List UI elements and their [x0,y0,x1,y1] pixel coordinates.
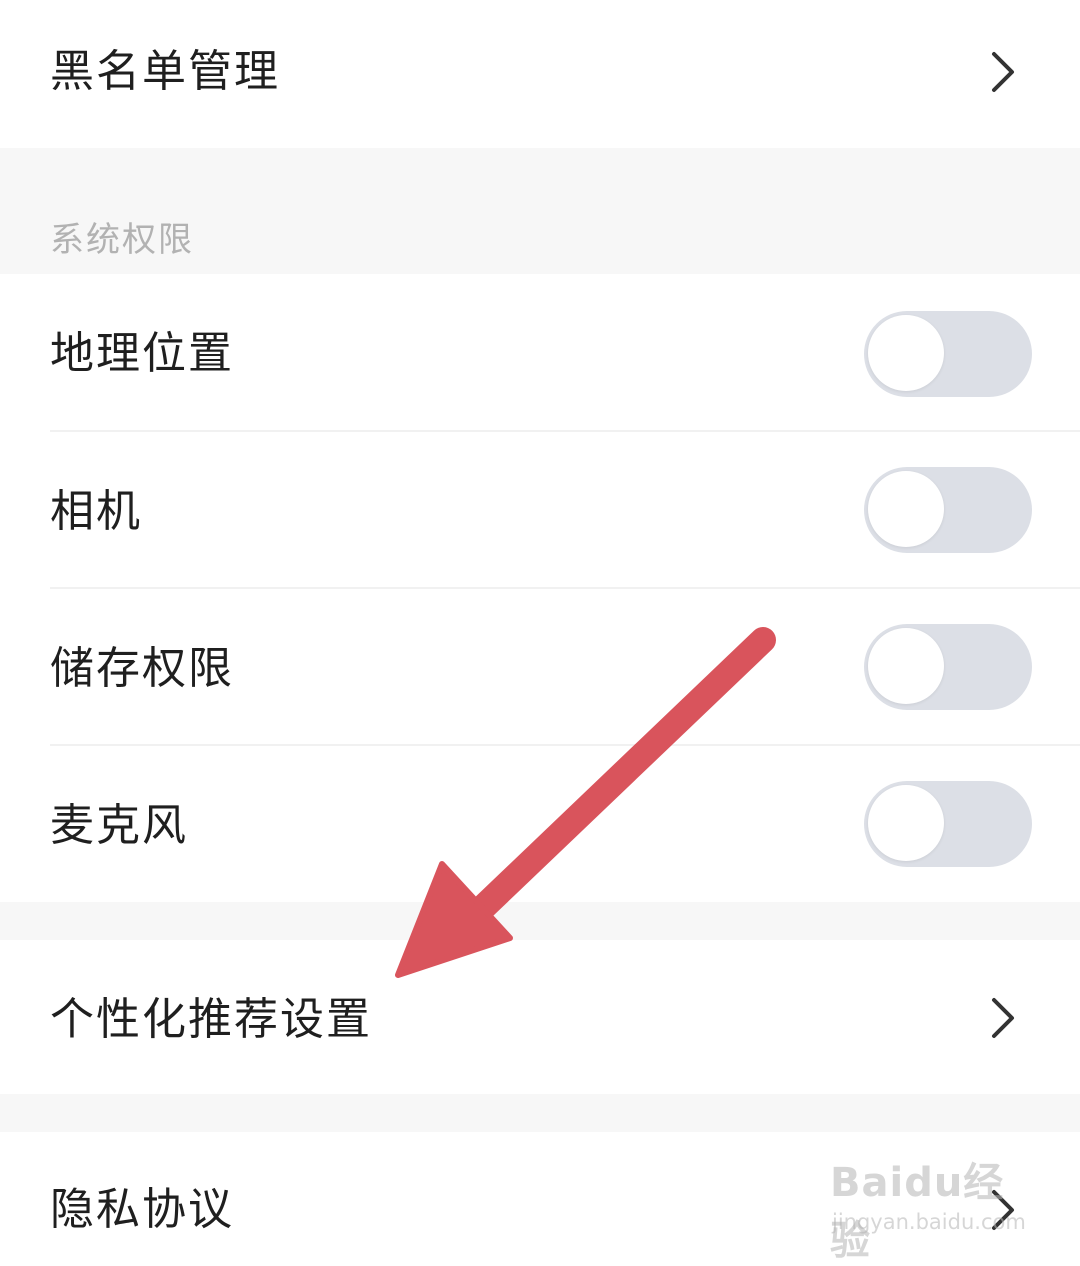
row-personalized-label: 个性化推荐设置 [50,994,372,1045]
permission-row-camera: 相机 [0,432,1080,588]
row-personalized-recommendation[interactable]: 个性化推荐设置 [0,940,1080,1094]
toggle-knob [868,628,944,704]
permission-label: 相机 [50,486,142,537]
permission-label: 地理位置 [50,328,234,379]
section-title: 系统权限 [50,220,194,260]
toggle-knob [868,471,944,547]
permission-row-storage: 储存权限 [0,589,1080,745]
watermark-url: jingyan.baidu.com [832,1210,1026,1234]
camera-toggle[interactable] [864,467,1032,553]
permission-row-location: 地理位置 [0,274,1080,432]
storage-toggle[interactable] [864,624,1032,710]
chevron-right-icon [992,998,1014,1038]
location-toggle[interactable] [864,311,1032,397]
permission-label: 储存权限 [50,643,234,694]
row-privacy-label: 隐私协议 [50,1184,234,1235]
permission-label: 麦克风 [50,800,188,851]
section-gap [0,1094,1080,1132]
row-blacklist[interactable]: 黑名单管理 [0,0,1080,148]
microphone-toggle[interactable] [864,781,1032,867]
watermark-brand: Baidu经验 [830,1160,1005,1264]
toggle-knob [868,785,944,861]
permission-row-microphone: 麦克风 [0,746,1080,902]
toggle-knob [868,315,944,391]
row-blacklist-label: 黑名单管理 [50,46,280,97]
section-gap [0,902,1080,940]
chevron-right-icon [992,52,1014,92]
section-header: 系统权限 [0,148,1080,274]
baidu-watermark: Baidu经验 jingyan.baidu.com [830,1150,1030,1264]
